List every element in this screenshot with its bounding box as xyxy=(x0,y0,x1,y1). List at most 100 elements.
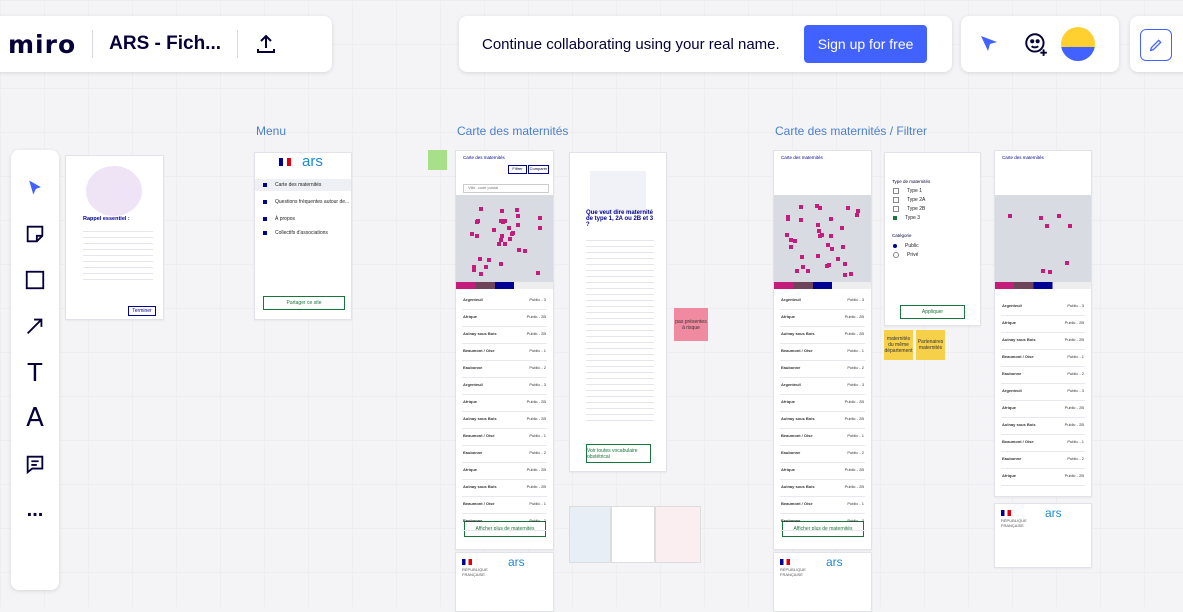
map-pin[interactable] xyxy=(842,262,847,267)
map-pin[interactable] xyxy=(1039,215,1044,220)
footer-card[interactable]: RÉPUBLIQUE FRANÇAISE ars xyxy=(773,552,872,612)
menu-item-collectifs[interactable]: Collectifs d'associations xyxy=(263,230,328,236)
pencil-icon[interactable] xyxy=(1140,29,1172,61)
map[interactable] xyxy=(774,195,871,287)
list-item[interactable]: Beaumont / Oise xyxy=(463,501,495,506)
map-pin[interactable] xyxy=(805,269,810,274)
map-pin[interactable] xyxy=(816,223,821,228)
map-pin[interactable] xyxy=(849,271,854,276)
list-item[interactable]: Argenteuil xyxy=(463,297,483,302)
map-pin[interactable] xyxy=(798,218,803,223)
map-pin[interactable] xyxy=(515,208,520,213)
list-item[interactable]: Aulnay sous Bois xyxy=(781,484,815,489)
list-item[interactable]: Beaumont / Oise xyxy=(463,433,495,438)
menu-card[interactable]: ars Carte des maternités Questions fréqu… xyxy=(254,152,352,320)
map-pin[interactable] xyxy=(517,248,522,253)
arrow-line-icon[interactable] xyxy=(19,310,51,342)
map-card[interactable]: Carte des maternités Filtrer Comparer Vi… xyxy=(455,150,554,550)
list-item[interactable]: Afrique xyxy=(781,314,795,319)
flyer-thumbnail[interactable] xyxy=(569,506,611,563)
map-pin[interactable] xyxy=(794,269,799,274)
sticky-note-icon[interactable] xyxy=(19,218,51,250)
map-pin[interactable] xyxy=(1040,268,1045,273)
terminer-button[interactable]: Terminer xyxy=(128,306,156,316)
list-item[interactable]: Argenteuil xyxy=(1002,303,1022,308)
map-pin[interactable] xyxy=(800,265,805,269)
yellow-sticky-note[interactable]: Partenaires maternités xyxy=(916,330,945,360)
voir-vocabulaire-button[interactable]: Voir toutes vocabulaire obstétrical xyxy=(586,444,651,463)
map-pin[interactable] xyxy=(828,233,833,238)
category-prive[interactable]: Privé xyxy=(893,252,918,258)
board-name[interactable]: ARS - Fich... xyxy=(109,33,221,55)
list-item[interactable]: Aulnay sous Bois xyxy=(463,484,497,489)
tab-filtrer[interactable]: Filtrer xyxy=(508,165,527,174)
map-pin[interactable] xyxy=(492,227,497,232)
list-item[interactable]: Afrique xyxy=(463,399,477,404)
map-pin[interactable] xyxy=(499,233,504,238)
map-pin[interactable] xyxy=(499,209,504,214)
list-item[interactable]: Beaumont / Oise xyxy=(1002,354,1034,359)
category-public[interactable]: Public xyxy=(893,243,919,249)
upload-icon[interactable] xyxy=(254,32,278,56)
map-pin[interactable] xyxy=(537,225,542,230)
footer-card[interactable]: RÉPUBLIQUE FRANÇAISE ars xyxy=(994,503,1092,568)
info-card[interactable]: Que veut dire maternité de type 1, 2A ou… xyxy=(569,152,667,472)
map-pin[interactable] xyxy=(536,270,541,275)
map-pin[interactable] xyxy=(1064,261,1069,266)
list-item[interactable]: Beaumont / Oise xyxy=(781,348,813,353)
list-item[interactable]: Afrique xyxy=(1002,473,1016,478)
tab-comparer[interactable]: Comparer xyxy=(528,165,549,174)
map-pin[interactable] xyxy=(522,248,527,253)
menu-item-questions[interactable]: Questions fréquentes autour de... xyxy=(263,199,349,205)
yellow-sticky-note[interactable]: maternités du même département xyxy=(884,330,913,360)
list-item[interactable]: Beaumont / Oise xyxy=(781,501,813,506)
list-item[interactable]: Beaumont / Oise xyxy=(463,348,495,353)
footer-card[interactable]: RÉPUBLIQUE FRANÇAISE ars xyxy=(455,552,554,612)
map-pin[interactable] xyxy=(498,261,503,266)
map-pin[interactable] xyxy=(508,237,513,242)
list-item[interactable]: Beaumont / Oise xyxy=(781,433,813,438)
arrow-pointer-icon[interactable] xyxy=(19,172,51,204)
menu-item-carte[interactable]: Carte des maternités xyxy=(263,182,321,188)
map-pin[interactable] xyxy=(516,214,521,219)
avatar[interactable] xyxy=(1061,27,1095,61)
filter-type-2a[interactable]: Type 2A xyxy=(893,197,925,203)
show-more-button[interactable]: Afficher plus de maternités xyxy=(782,521,864,537)
type-legend[interactable] xyxy=(774,282,871,289)
list-item[interactable]: Argenteuil xyxy=(1002,388,1022,393)
rectangle-icon[interactable] xyxy=(19,264,51,296)
map-pin[interactable] xyxy=(483,264,488,269)
list-item[interactable]: Eaubonne xyxy=(781,518,800,523)
map-pin[interactable] xyxy=(829,246,834,251)
filter-type-1[interactable]: Type 1 xyxy=(893,188,922,194)
map-pin[interactable] xyxy=(855,212,860,217)
map-pin[interactable] xyxy=(537,216,542,221)
map-pin[interactable] xyxy=(825,264,830,269)
map-pin[interactable] xyxy=(516,222,521,227)
map-pin[interactable] xyxy=(1067,223,1072,228)
list-item[interactable]: Afrique xyxy=(463,467,477,472)
map-pin[interactable] xyxy=(1044,223,1049,228)
list-item[interactable]: Afrique xyxy=(1002,320,1016,325)
map-pin[interactable] xyxy=(818,233,823,238)
list-item[interactable]: Eaubonne xyxy=(1002,456,1021,461)
map-pin[interactable] xyxy=(799,204,804,209)
map-card-type3[interactable]: Carte des maternités Argenteuil Public - … xyxy=(994,150,1092,497)
map-pin[interactable] xyxy=(814,203,819,208)
sign-up-button[interactable]: Sign up for free xyxy=(803,25,928,63)
map-pin[interactable] xyxy=(845,206,850,211)
list-item[interactable]: Eaubonne xyxy=(781,450,800,455)
show-more-button[interactable]: Afficher plus de maternités xyxy=(464,521,546,537)
map-pin[interactable] xyxy=(469,231,474,236)
map-pin[interactable] xyxy=(471,267,476,272)
filter-type-2b[interactable]: Type 2B xyxy=(893,206,925,212)
list-item[interactable]: Argenteuil xyxy=(463,382,483,387)
map[interactable] xyxy=(995,195,1091,287)
list-item[interactable]: Afrique xyxy=(463,314,477,319)
map-pin[interactable] xyxy=(475,234,480,239)
pen-icon[interactable]: A xyxy=(19,402,51,434)
map-pin[interactable] xyxy=(839,226,844,231)
filter-type-3[interactable]: Type 3 xyxy=(893,215,920,221)
face-plus-icon[interactable] xyxy=(1023,31,1049,57)
map-pin[interactable] xyxy=(497,241,502,246)
